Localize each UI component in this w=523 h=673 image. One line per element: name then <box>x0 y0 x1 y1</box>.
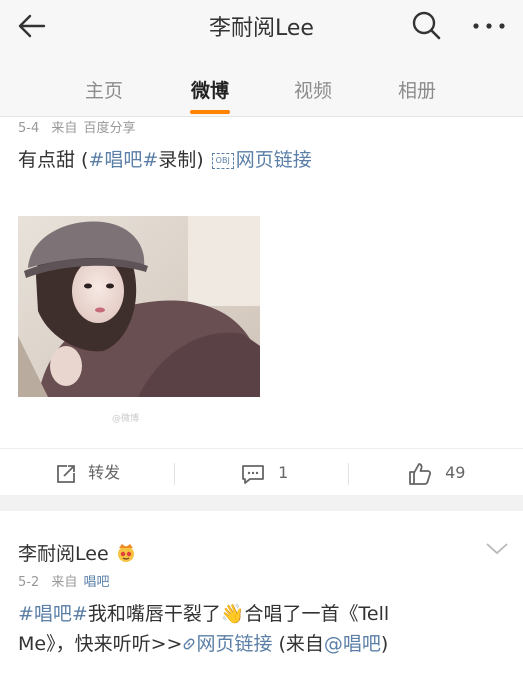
post-date: 5-4 <box>18 121 40 136</box>
post-text: #唱吧#我和嘴唇干裂了👋合唱了一首《Tell Me》，快来听听>> 网页链接 (来… <box>18 599 508 659</box>
like-button[interactable]: 49 <box>408 461 465 485</box>
comment-icon <box>242 464 264 484</box>
mention-link[interactable]: @唱吧 <box>324 633 381 655</box>
top-bar: 李耐阅Lee <box>0 0 523 52</box>
repost-icon <box>57 464 75 483</box>
post-meta: 5-4 来自 百度分享 <box>18 117 144 136</box>
text-part-4: (来自 <box>272 633 324 655</box>
tab-album[interactable]: 相册 <box>377 76 457 103</box>
like-count: 49 <box>445 463 466 482</box>
more-icon[interactable] <box>470 8 508 44</box>
comment-count: 1 <box>278 463 289 482</box>
post-date: 5-2 <box>18 575 40 590</box>
action-bar: 转发 1 49 <box>0 448 523 496</box>
link-icon <box>183 638 195 650</box>
post-source[interactable]: 唱吧 <box>84 575 110 590</box>
text-part-1: 我和嘴唇干裂了 <box>87 603 221 625</box>
repost-button[interactable]: 转发 <box>55 461 120 485</box>
search-icon[interactable] <box>408 8 444 44</box>
repost-label: 转发 <box>88 463 121 482</box>
action-divider <box>174 463 175 485</box>
link-label: 网页链接 <box>196 633 273 655</box>
author-name: 李耐阅Lee <box>18 543 109 565</box>
profile-tabs: 主页 微博 视频 相册 <box>0 52 523 117</box>
topic-tag[interactable]: #唱吧# <box>88 149 158 171</box>
post-source: 百度分享 <box>83 121 136 136</box>
text-part-3: Me》，快来听听>> <box>18 633 183 655</box>
page-title: 李耐阅Lee <box>209 16 314 41</box>
object-placeholder-icon: OBJ <box>211 152 234 169</box>
source-prefix: 来自 <box>51 575 78 590</box>
text-part-2: 合唱了一首《Tell <box>244 603 390 625</box>
topic-tag[interactable]: #唱吧# <box>18 603 88 625</box>
post-card[interactable]: 李耐阅Lee 5-2 来自 唱吧 #唱吧#我和嘴唇干裂了👋合唱了一首《Tell … <box>0 511 523 673</box>
post-card[interactable]: 5-4 来自 百度分享 有点甜 (#唱吧#录制) OBJ 网页链接 @微博 转发… <box>0 117 523 495</box>
text-mid: 录制) <box>158 149 210 171</box>
crown-emoji-icon <box>117 544 134 562</box>
web-link[interactable]: 网页链接 <box>236 149 312 171</box>
tab-home[interactable]: 主页 <box>64 76 144 103</box>
source-prefix: 来自 <box>51 121 78 136</box>
tab-video[interactable]: 视频 <box>273 76 353 103</box>
post-meta: 5-2 来自 唱吧 <box>18 571 118 590</box>
post-author[interactable]: 李耐阅Lee <box>18 539 137 566</box>
active-tab-indicator <box>190 110 230 114</box>
thumbs-up-icon <box>409 462 432 485</box>
post-image[interactable] <box>18 216 260 397</box>
chevron-down-icon[interactable] <box>484 539 510 557</box>
tab-weibo[interactable]: 微博 <box>170 76 250 103</box>
comment-button[interactable]: 1 <box>241 461 288 485</box>
wave-emoji-icon: 👋 <box>220 603 245 625</box>
text-prefix: 有点甜 ( <box>18 149 89 171</box>
action-divider <box>348 463 349 485</box>
text-part-5: ) <box>380 633 389 655</box>
image-watermark: @微博 <box>112 414 140 424</box>
web-link[interactable]: 网页链接 <box>182 633 272 655</box>
post-text: 有点甜 (#唱吧#录制) OBJ 网页链接 <box>18 145 312 175</box>
